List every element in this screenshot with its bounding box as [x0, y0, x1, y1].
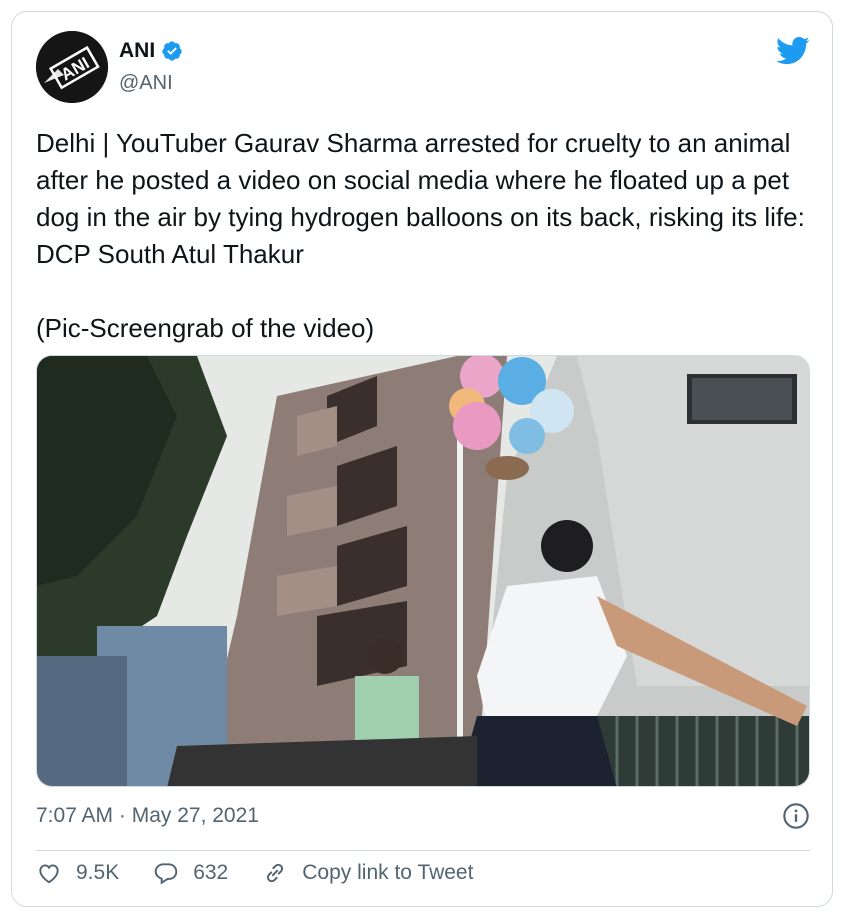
avatar[interactable]: ANI: [36, 31, 108, 103]
info-icon[interactable]: [782, 802, 810, 830]
copy-link-label: Copy link to Tweet: [302, 861, 474, 884]
timestamp[interactable]: 7:07 AM · May 27, 2021: [36, 804, 259, 828]
like-button[interactable]: 9.5K: [36, 860, 119, 886]
tweet-caption: (Pic-Screengrab of the video): [36, 313, 375, 343]
tweet-text: Delhi | YouTuber Gaurav Sharma arrested …: [36, 125, 816, 347]
author-handle[interactable]: @ANI: [119, 72, 173, 95]
verified-badge-icon: [162, 41, 182, 61]
reply-count: 632: [193, 861, 229, 884]
link-icon: [267, 863, 284, 883]
tweet-card: ANI ANI @ANI Delhi | YouTuber Gaurav Sha…: [11, 11, 833, 907]
video-screengrab: [37, 356, 809, 786]
tweet-meta: 7:07 AM · May 27, 2021: [36, 802, 810, 830]
tweet-body: Delhi | YouTuber Gaurav Sharma arrested …: [36, 128, 805, 269]
reply-icon: [154, 863, 178, 885]
tweet-media-image[interactable]: [36, 355, 810, 787]
reply-button[interactable]: 632: [153, 860, 228, 886]
tweet-actions: 9.5K 632 Copy link to Tweet: [36, 860, 507, 886]
twitter-bird-icon[interactable]: [776, 36, 810, 66]
heart-icon: [39, 864, 59, 884]
ani-logo-icon: ANI: [36, 31, 108, 103]
like-count: 9.5K: [76, 861, 120, 884]
author-name-row: ANI: [119, 39, 183, 63]
author-name[interactable]: ANI: [119, 39, 155, 63]
copy-link-button[interactable]: Copy link to Tweet: [262, 860, 473, 886]
divider: [36, 850, 810, 851]
